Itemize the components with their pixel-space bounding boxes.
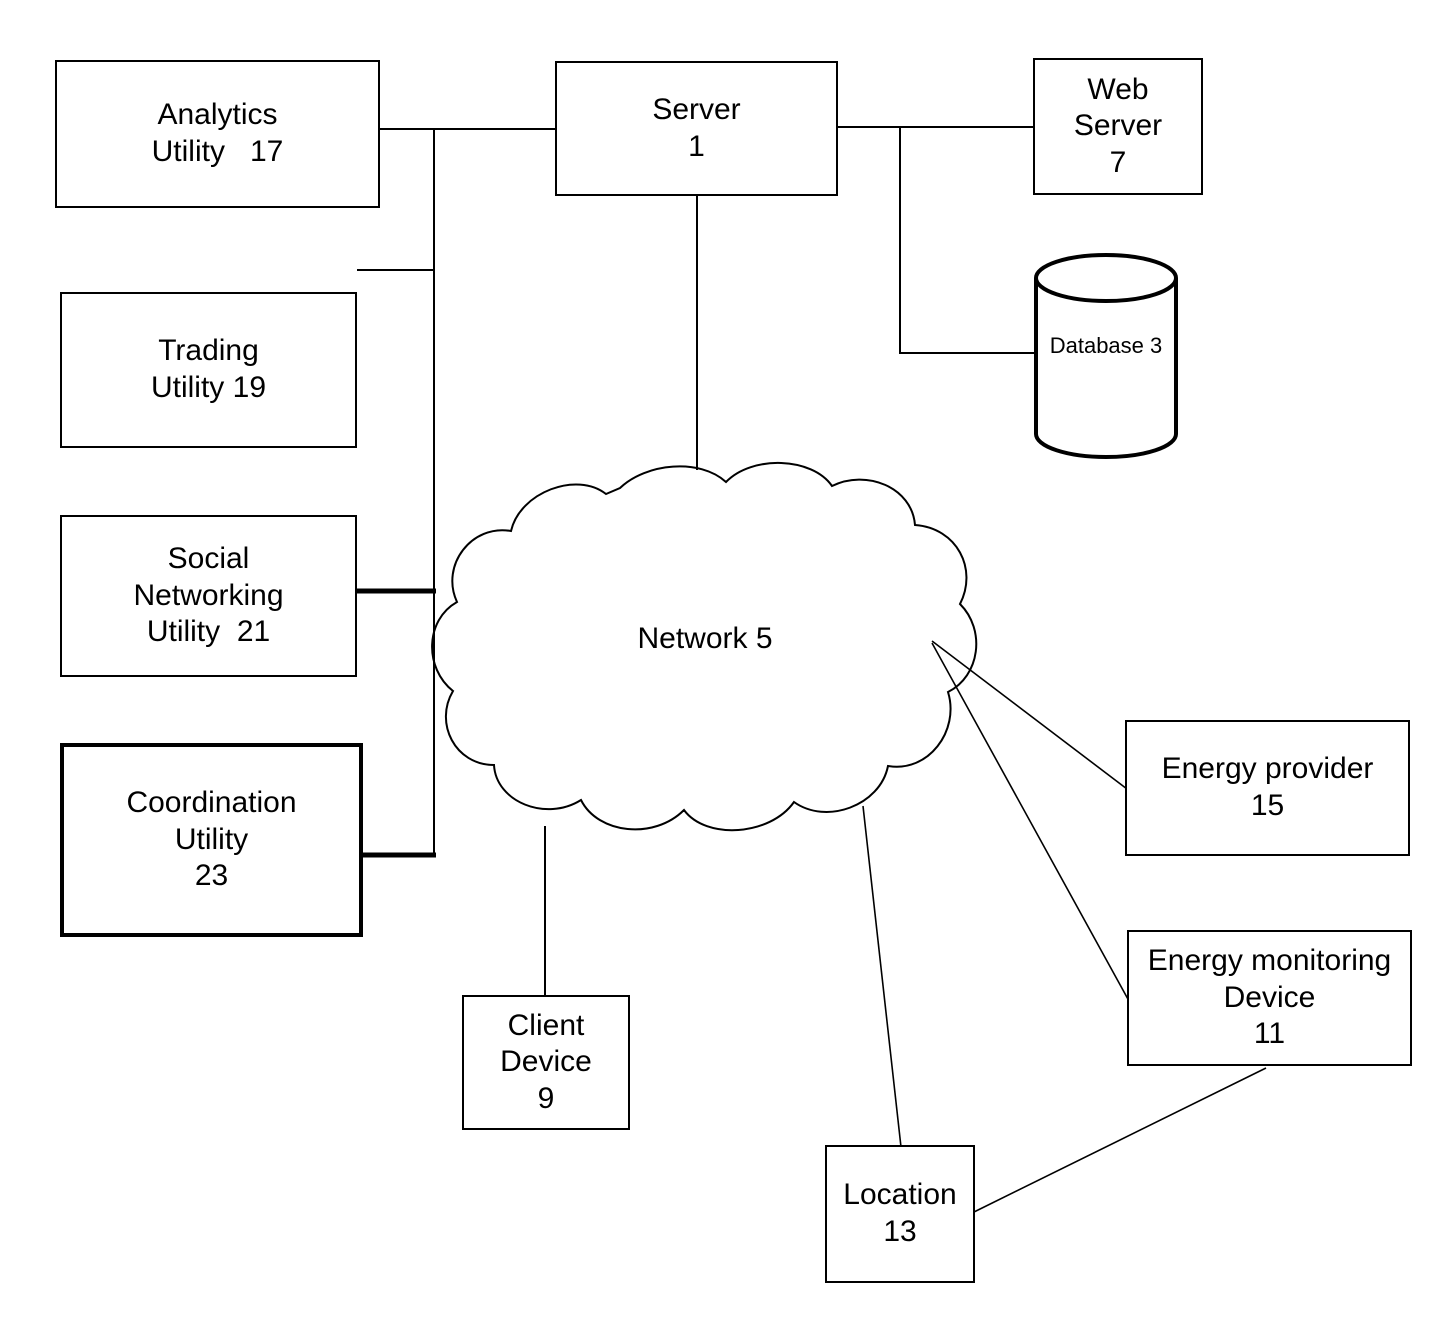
wire-location-to-energy-monitoring-device (973, 1067, 1267, 1213)
server-line-1: Server (652, 92, 741, 126)
figure-canvas: Analytics Utility 17 Trading Utility 19 … (0, 0, 1449, 1329)
node-server[interactable]: Server 1 (555, 61, 838, 196)
node-trading-utility[interactable]: Trading Utility 19 (60, 292, 357, 448)
location-line-2: 13 (883, 1215, 917, 1248)
node-web-server[interactable]: Web Server 7 (1033, 58, 1203, 195)
energy-monitoring-device-line-3: 11 (1253, 1017, 1286, 1051)
energy-monitoring-device-line-1: Energy monitoring (1147, 944, 1392, 978)
node-social-networking-utility[interactable]: Social Networking Utility 21 (60, 515, 357, 677)
web-server-line-2: Server (1073, 109, 1163, 143)
database-line-2: 3 (1150, 333, 1163, 358)
network-line-2: 5 (755, 622, 773, 655)
analytics-utility-line-1: Analytics (157, 98, 278, 132)
node-coordination-utility[interactable]: Coordination Utility 23 (60, 743, 363, 937)
wire-network-to-energy-monitoring-device (931, 642, 1130, 1002)
wire-network-to-location (862, 805, 902, 1148)
energy-monitoring-device-line-2: Device (1223, 980, 1316, 1014)
node-network-label[interactable]: Network 5 (575, 620, 835, 658)
node-client-device[interactable]: Client Device 9 (462, 995, 630, 1130)
energy-provider-line-2: 15 (1250, 789, 1285, 822)
client-device-line-1: Client (507, 1008, 585, 1042)
web-server-line-1: Web (1087, 72, 1149, 106)
database-line-1: Database (1049, 333, 1144, 358)
database-label: Database 3 (1030, 332, 1182, 360)
client-device-line-3: 9 (537, 1081, 555, 1115)
location-line-1: Location (843, 1178, 957, 1212)
social-networking-utility-line-3: Utility 21 (146, 615, 271, 649)
coordination-utility-line-2: Utility (174, 822, 249, 856)
energy-provider-line-1: Energy provider (1161, 752, 1374, 786)
node-location[interactable]: Location 13 (825, 1145, 975, 1283)
analytics-utility-line-2: Utility 17 (151, 135, 284, 168)
node-energy-monitoring-device[interactable]: Energy monitoring Device 11 (1127, 930, 1412, 1066)
wire-network-to-energy-provider (931, 640, 1128, 790)
coordination-utility-line-1: Coordination (126, 786, 297, 820)
coordination-utility-line-3: 23 (194, 859, 229, 893)
social-networking-utility-line-2: Networking (133, 578, 284, 612)
social-networking-utility-line-1: Social (167, 542, 250, 576)
web-server-line-3: 7 (1109, 145, 1127, 179)
client-device-line-2: Device (500, 1045, 592, 1079)
server-line-2: 1 (688, 129, 705, 163)
node-energy-provider[interactable]: Energy provider 15 (1125, 720, 1410, 856)
node-analytics-utility[interactable]: Analytics Utility 17 (55, 60, 380, 208)
trading-utility-line-2: Utility 19 (150, 371, 267, 404)
network-line-1: Network (637, 622, 748, 655)
wire-server-to-database (899, 127, 1037, 354)
node-database[interactable]: Database 3 (1030, 248, 1182, 464)
trading-utility-line-1: Trading (158, 334, 259, 368)
